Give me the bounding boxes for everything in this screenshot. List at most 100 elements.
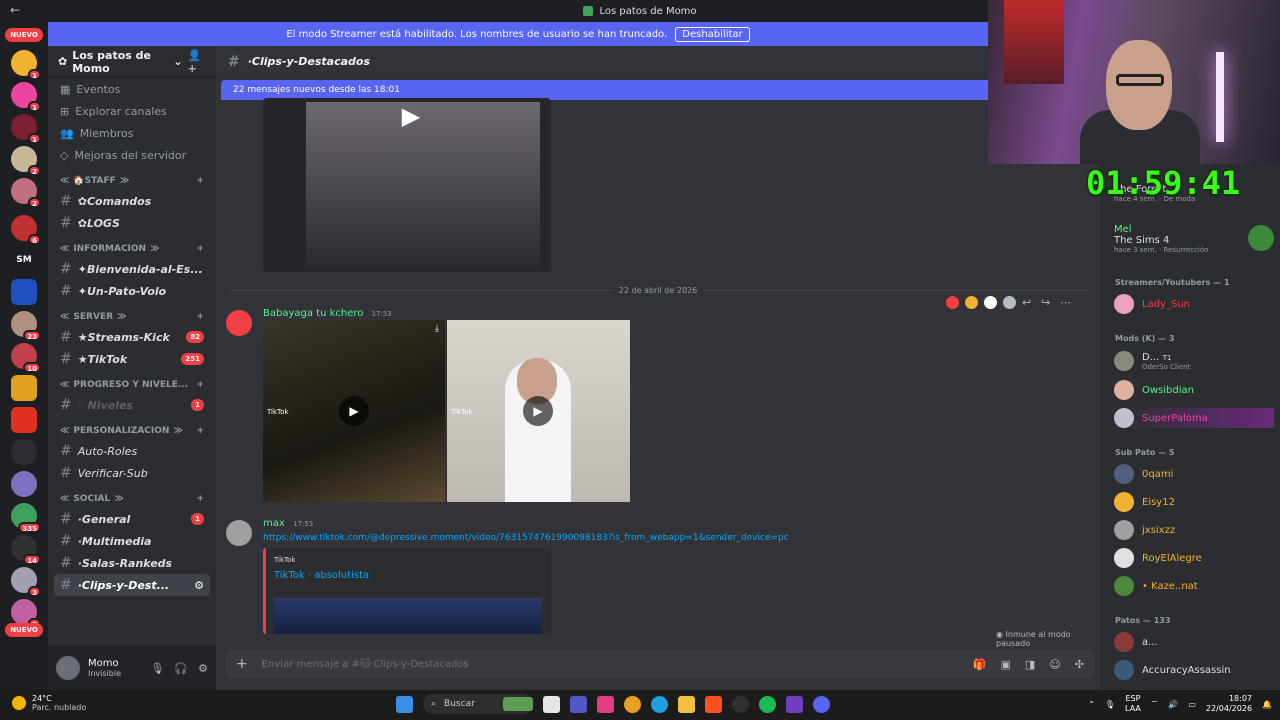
member[interactable]: Owsibdian	[1114, 380, 1194, 400]
category-progreso[interactable]: ≪ PROGRESO Y NIVELE... +	[48, 376, 216, 394]
server-icon[interactable]	[11, 279, 37, 305]
message-author[interactable]: max	[263, 518, 285, 529]
chevron-up-icon[interactable]: ⌃	[1088, 700, 1095, 709]
server-icon[interactable]: 335	[11, 503, 41, 533]
server-icon[interactable]: 23	[11, 311, 41, 341]
add-reaction-icon[interactable]	[1003, 296, 1016, 309]
server-icon[interactable]: 3	[11, 567, 41, 597]
battery-icon[interactable]: ▭	[1188, 700, 1196, 709]
more-icon[interactable]: ⋯	[1060, 296, 1073, 309]
nav-mejoras[interactable]: ◇ Mejoras del servidor	[48, 144, 216, 166]
server-icon[interactable]: 14	[11, 535, 41, 565]
weather-widget[interactable]: 24°C Parc. nublado	[12, 694, 86, 712]
category-informacion[interactable]: ≪ INFORMACION ≫ +	[48, 240, 216, 258]
member[interactable]: AccuracyAssassin	[1114, 660, 1231, 680]
obs-icon[interactable]	[732, 695, 749, 713]
nav-explorar[interactable]: ⊞ Explorar canales	[48, 100, 216, 122]
member[interactable]: a...	[1114, 632, 1158, 652]
teams-icon[interactable]	[570, 695, 587, 713]
nav-eventos[interactable]: ▦ Eventos	[48, 78, 216, 100]
category-personalizacion[interactable]: ≪ PERSONALIZACION ≫ +	[48, 422, 216, 440]
server-icon[interactable]	[11, 407, 37, 433]
server-icon[interactable]: 1	[11, 82, 41, 112]
channel-streams-kick[interactable]: # ★Streams-Kick 82	[48, 326, 216, 348]
member[interactable]: Lady_Sun	[1114, 294, 1190, 314]
task-view-icon[interactable]	[543, 695, 560, 713]
member[interactable]: D... T1 OderSo Client	[1114, 350, 1190, 371]
notification-icon[interactable]: 🔔	[1262, 700, 1272, 709]
server-icon[interactable]	[11, 439, 37, 465]
category-staff[interactable]: ≪ 🏠STAFF ≫ +	[48, 172, 216, 190]
server-icon[interactable]: 2	[11, 599, 41, 629]
copilot-icon[interactable]	[597, 695, 614, 713]
channel-tiktok[interactable]: # ★TikTok 251	[48, 348, 216, 370]
windows-start-icon[interactable]	[396, 695, 413, 713]
member[interactable]: SuperPaloma	[1114, 408, 1274, 428]
brave-icon[interactable]	[705, 695, 722, 713]
sticker-icon[interactable]: ◨	[1025, 658, 1035, 671]
file-explorer-icon[interactable]	[678, 695, 695, 713]
channel-bienvenida[interactable]: # ✦Bienvenida-al-Es...	[48, 258, 216, 280]
taskbar-search[interactable]: ⌕ Buscar	[423, 694, 533, 714]
gif-icon[interactable]: ▣	[1001, 658, 1011, 671]
channel-multimedia[interactable]: # ·Multimedia	[48, 530, 216, 552]
server-icon-sm[interactable]: SM	[11, 247, 37, 273]
server-icon[interactable]: 2	[11, 146, 41, 176]
member-activity[interactable]: Mel The Sims 4 hace 3 sem. · Resurrección	[1114, 222, 1274, 254]
clock[interactable]: 18:07 22/04/2026	[1206, 694, 1252, 714]
reply-icon[interactable]: ↩	[1022, 296, 1035, 309]
channel-logs[interactable]: # ✿LOGS	[48, 212, 216, 234]
server-icon[interactable]: 10	[11, 343, 41, 373]
channel-general[interactable]: # ·General 1	[48, 508, 216, 530]
forward-icon[interactable]: ↪	[1041, 296, 1054, 309]
server-icon[interactable]: 1	[11, 114, 41, 144]
nav-miembros[interactable]: 👥 Miembros	[48, 122, 216, 144]
spotify-icon[interactable]	[759, 695, 776, 713]
channel-verificar-sub[interactable]: # Verificar-Sub	[48, 462, 216, 484]
heart-reaction-icon[interactable]	[946, 296, 959, 309]
channel-niveles[interactable]: # ♡Niveles 1	[48, 394, 216, 416]
server-icon[interactable]: 1	[11, 50, 41, 80]
tiktok-link[interactable]: https://www.tiktok.com/@depressive.momen…	[263, 533, 789, 543]
new-messages-bar[interactable]: 22 mensajes nuevos desde las 18:01	[221, 80, 991, 100]
app-grid-icon[interactable]	[786, 695, 803, 713]
server-icon[interactable]: 2	[11, 178, 41, 208]
emoji-icon[interactable]: ☺	[1049, 658, 1060, 671]
avatar[interactable]	[226, 520, 252, 546]
gear-icon[interactable]: ⚙	[194, 579, 204, 592]
settings-gear-icon[interactable]: ⚙	[198, 662, 208, 675]
play-icon[interactable]: ▶	[339, 396, 369, 426]
server-icon[interactable]: 6	[11, 215, 41, 245]
member[interactable]: jxsixzz	[1114, 520, 1175, 540]
back-arrow-icon[interactable]: ←	[10, 3, 20, 17]
download-icon[interactable]: ⤓	[435, 324, 439, 334]
add-attachment-icon[interactable]: +	[236, 656, 248, 672]
channel-comandos[interactable]: # ✿Comandos	[48, 190, 216, 212]
embed-title[interactable]: TikTok · absolutista	[274, 570, 551, 581]
video-attachment[interactable]: ▶	[263, 98, 551, 272]
channel-un-pato[interactable]: # ✦Un-Pato-Volo	[48, 280, 216, 302]
avatar[interactable]	[226, 310, 252, 336]
language-indicator[interactable]: ESP LAA	[1125, 694, 1141, 714]
disable-streamer-button[interactable]: Deshabilitar	[675, 26, 750, 42]
message-composer[interactable]: + Enviar mensaje a #🐱·Clips-y-Destacados…	[226, 650, 1094, 678]
tiktok-video-1[interactable]: TikTok ▶ ⤓	[263, 320, 445, 502]
play-icon[interactable]: ▶	[523, 396, 553, 426]
network-icon[interactable]: ⌔	[1151, 699, 1159, 709]
mic-icon[interactable]: 🎙	[150, 662, 164, 675]
category-social[interactable]: ≪ SOCIAL ≫ +	[48, 490, 216, 508]
headphones-icon[interactable]: 🎧	[174, 662, 188, 675]
guild-header[interactable]: ✿ Los patos de Momo ⌄ 👤+	[48, 46, 216, 78]
duck-reaction-icon[interactable]	[984, 296, 997, 309]
avatar[interactable]	[56, 656, 80, 680]
invite-icon[interactable]: 👤+	[188, 49, 206, 75]
discord-icon[interactable]	[813, 695, 830, 713]
member[interactable]: Eisy12	[1114, 492, 1175, 512]
member[interactable]: • Kaze..nat	[1114, 576, 1198, 596]
tiktok-video-2[interactable]: TikTok ▶	[447, 320, 630, 502]
channel-auto-roles[interactable]: # Auto-Roles	[48, 440, 216, 462]
laugh-reaction-icon[interactable]	[965, 296, 978, 309]
member[interactable]: 0qami	[1114, 464, 1173, 484]
member[interactable]: RoyElAlegre	[1114, 548, 1202, 568]
volume-icon[interactable]: 🔊	[1168, 700, 1178, 709]
